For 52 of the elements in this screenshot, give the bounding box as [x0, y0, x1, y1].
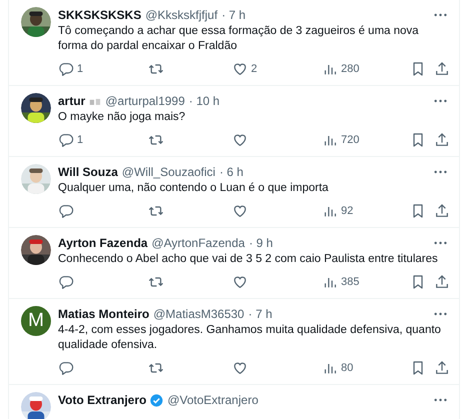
author-name[interactable]: Ayrton Fazenda: [58, 236, 148, 250]
post-time[interactable]: · 10 h: [188, 94, 220, 108]
reply-icon[interactable]: [58, 274, 74, 290]
avatar: M: [21, 306, 51, 336]
more-icon[interactable]: [434, 241, 447, 245]
author-handle[interactable]: @MatiasM36530: [153, 307, 244, 321]
like-icon[interactable]: [232, 274, 248, 290]
view-count: 92: [341, 205, 354, 217]
author-name[interactable]: SKKSKSKSKS: [58, 8, 142, 22]
more-icon[interactable]: [434, 13, 447, 17]
share-icon[interactable]: [434, 61, 450, 77]
more-icon[interactable]: [434, 99, 447, 103]
reply-text: Tô começando a achar que essa formação de 3 zagueiros é uma nova forma do pardal encaixar o Fraldão: [58, 24, 420, 54]
post-time[interactable]: · 7 h: [248, 307, 272, 321]
author-handle[interactable]: @AyrtonFazenda: [152, 236, 245, 250]
author-name[interactable]: Will Souza: [58, 165, 118, 179]
author-name[interactable]: Voto Extranjero: [58, 393, 146, 407]
more-icon[interactable]: [434, 312, 447, 316]
author-handle[interactable]: @Kkskskfjfjuf: [145, 8, 218, 22]
reply-icon[interactable]: [58, 132, 74, 148]
like-icon[interactable]: [232, 61, 248, 77]
view-count: 280: [341, 63, 360, 75]
share-icon[interactable]: [434, 132, 450, 148]
share-icon[interactable]: [434, 274, 450, 290]
share-icon[interactable]: [434, 203, 450, 219]
view-count: 720: [341, 134, 360, 146]
like-count: 2: [251, 63, 258, 75]
reply-text: Qualquer uma, não contendo o Luan é o que importa: [58, 181, 330, 196]
like-icon[interactable]: [232, 360, 248, 376]
reply-text: Conhecendo o Abel acho que vai de 3 5 2 com caio Paulista entre titulares: [58, 252, 439, 267]
view-count: 385: [341, 276, 360, 288]
reply-count: 1: [77, 134, 84, 146]
share-icon[interactable]: [434, 360, 450, 376]
like-icon[interactable]: [232, 132, 248, 148]
reply-count: 1: [77, 63, 84, 75]
reply-icon[interactable]: [58, 61, 74, 77]
reply-text: 4-4-2, com esses jogadores. Ganhamos muita qualidade defensiva, quanto qualidade ofensiva.: [58, 323, 442, 353]
author-handle[interactable]: @Will_Souzaofici: [122, 165, 216, 179]
post-time[interactable]: · 9 h: [248, 236, 273, 250]
more-icon[interactable]: [434, 398, 447, 402]
view-count: 80: [341, 362, 354, 374]
author-name[interactable]: Matias Monteiro: [58, 307, 150, 321]
reply-icon[interactable]: [58, 360, 74, 376]
author-handle[interactable]: @VotoExtranjero: [167, 393, 258, 407]
author-handle[interactable]: @arturpal1999: [105, 94, 185, 108]
author-name[interactable]: artur: [58, 94, 86, 108]
more-icon[interactable]: [434, 170, 447, 174]
post-time[interactable]: · 7 h: [222, 8, 246, 22]
reply-icon[interactable]: [58, 203, 74, 219]
like-icon[interactable]: [232, 203, 248, 219]
reply-text: O mayke não joga mais?: [58, 110, 186, 125]
post-time[interactable]: · 6 h: [219, 165, 244, 179]
